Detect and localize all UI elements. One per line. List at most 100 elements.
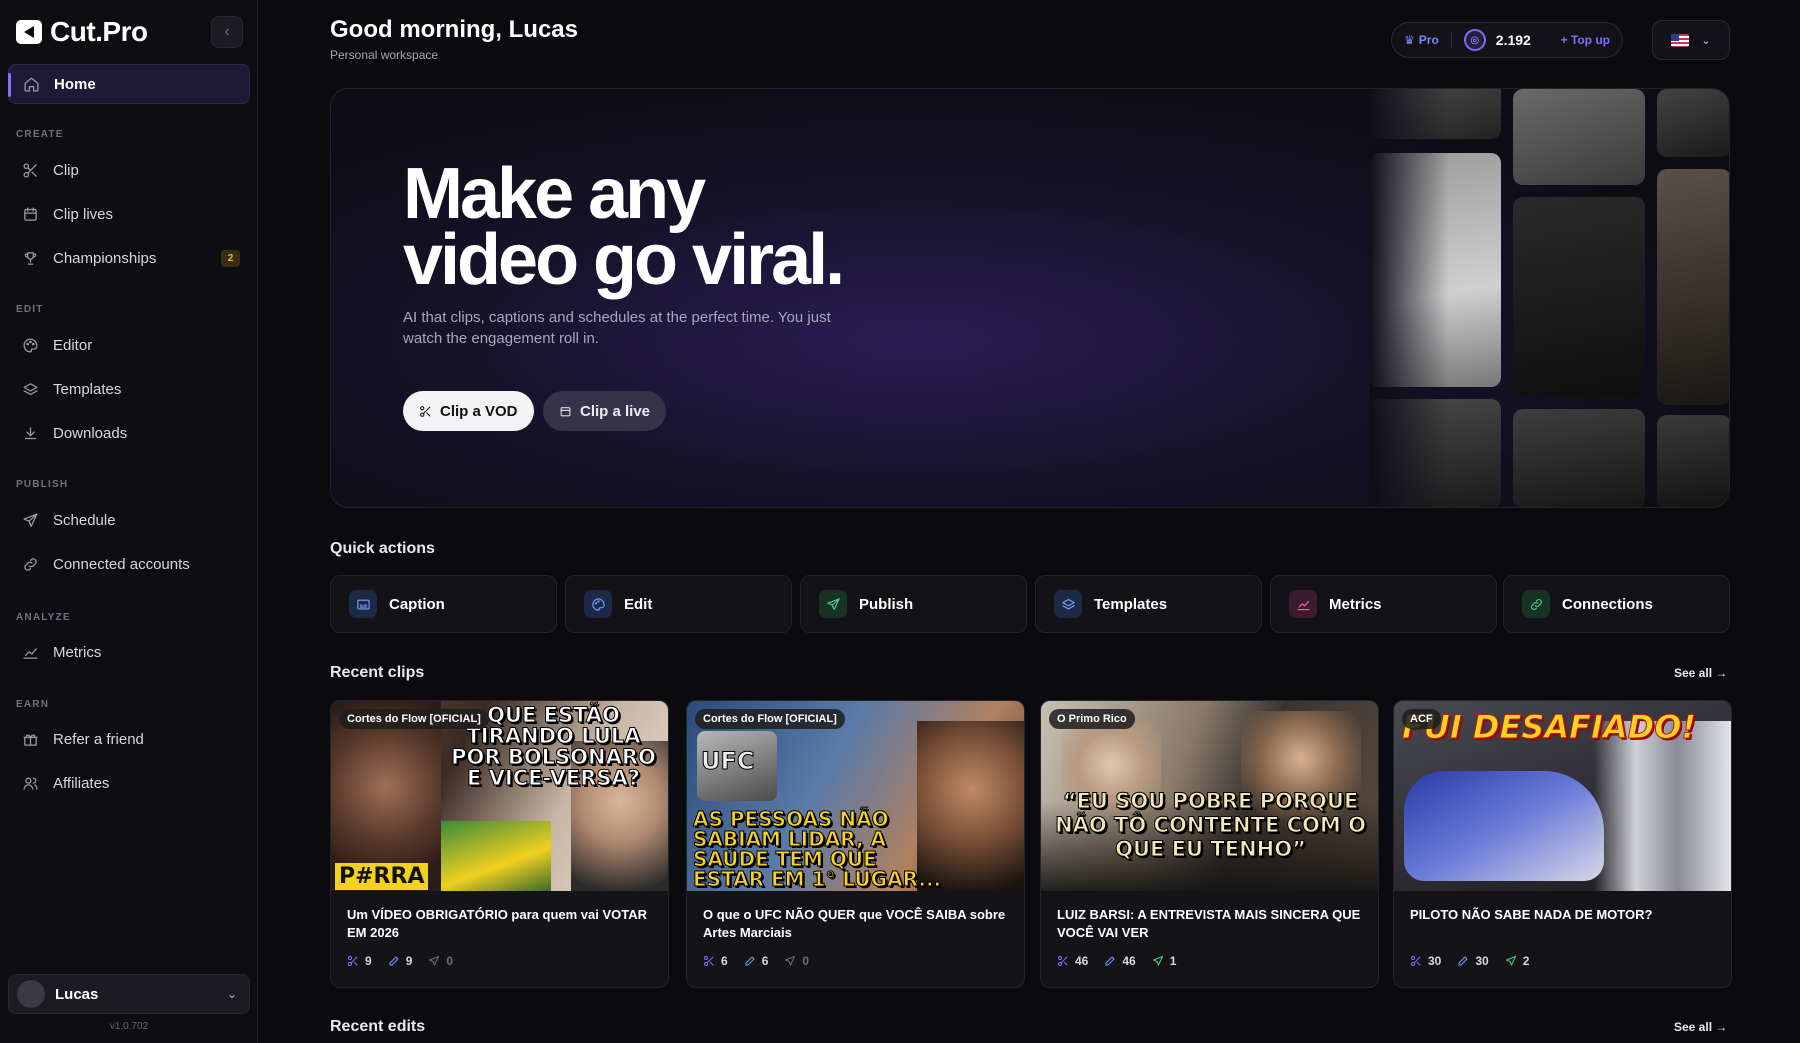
sidebar-item-label: Home — [54, 75, 96, 93]
link-icon — [24, 557, 37, 571]
sidebar-item-metrics[interactable]: Metrics — [8, 634, 250, 670]
quick-action-edit[interactable]: Edit — [565, 575, 792, 633]
plan-badge[interactable]: ♛ Pro — [1404, 33, 1439, 47]
sidebar-item-home[interactable]: Home — [8, 64, 250, 104]
scissors-icon — [348, 956, 358, 966]
chart-line-icon — [23, 647, 38, 659]
top-up-button[interactable]: + Top up — [1561, 33, 1610, 47]
section-title-publish: PUBLISH — [16, 479, 69, 490]
scissors-icon — [704, 956, 714, 966]
sidebar-item-schedule[interactable]: Schedule — [8, 502, 250, 538]
edit-icon — [1458, 956, 1468, 966]
edit-icon — [1105, 956, 1115, 966]
scissors-icon — [1411, 956, 1421, 966]
hero-subtitle: AI that clips, captions and schedules at… — [403, 309, 831, 347]
sidebar-item-refer[interactable]: Refer a friend — [8, 721, 250, 757]
published-count: 0 — [784, 954, 809, 968]
clip-card[interactable]: QUE ESTÃO TIRANDO LULA POR BOLSONARO E V… — [330, 700, 669, 988]
quick-action-metrics[interactable]: Metrics — [1270, 575, 1497, 633]
credit-balance: 2.192 — [1495, 32, 1531, 48]
sidebar-item-label: Affiliates — [53, 774, 110, 792]
user-menu[interactable]: Lucas ⌄ — [8, 974, 250, 1014]
calendar-icon — [24, 206, 37, 221]
sidebar-item-downloads[interactable]: Downloads — [8, 415, 250, 451]
send-icon — [819, 590, 847, 618]
clip-title: Um VÍDEO OBRIGATÓRIO para quem vai VOTAR… — [347, 907, 648, 940]
us-flag-icon — [1671, 33, 1690, 47]
sidebar-item-affiliates[interactable]: Affiliates — [8, 765, 250, 801]
recent-clips-see-all-link[interactable]: See all → — [1674, 666, 1727, 680]
championships-badge: 2 — [221, 250, 240, 267]
sidebar-item-label: Refer a friend — [53, 730, 144, 748]
caption-icon — [349, 590, 377, 618]
sidebar-item-connected-accounts[interactable]: Connected accounts — [8, 546, 250, 582]
clip-thumbnail: FUI DESAFIADO! — [1394, 701, 1731, 891]
hero-banner: Make any video go viral. AI that clips, … — [330, 88, 1730, 508]
home-icon — [24, 76, 39, 92]
send-icon — [429, 956, 440, 966]
sidebar-item-label: Clip lives — [53, 205, 114, 223]
coin-icon: ◎ — [1463, 29, 1486, 51]
logo-text: Cut.Pro — [50, 16, 148, 47]
thumbnail-fade — [1369, 89, 1449, 507]
section-title-analyze: ANALYZE — [16, 612, 71, 623]
clip-thumbnail: “EU SOU POBRE PORQUE NÃO TÔ CONTENTE COM… — [1041, 701, 1378, 891]
palette-icon — [584, 590, 612, 618]
thumbnail-caption: FUI DESAFIADO! — [1401, 708, 1697, 746]
edits-count: 6 — [744, 954, 768, 968]
collapse-sidebar-button[interactable]: ‹ — [211, 16, 243, 48]
published-count: 0 — [428, 954, 453, 968]
thumbnail-caption: “EU SOU POBRE PORQUE NÃO TÔ CONTENTE COM… — [1055, 789, 1367, 862]
app-logo[interactable]: Cut.Pro — [16, 16, 148, 48]
hero-title: Make any video go viral. — [403, 154, 845, 300]
language-selector[interactable]: ⌄ — [1652, 20, 1730, 60]
recent-edits-see-all-link[interactable]: See all → — [1674, 1020, 1727, 1034]
sidebar-item-label: Downloads — [53, 424, 128, 442]
section-title-edit: EDIT — [16, 304, 44, 315]
sidebar-item-championships[interactable]: Championships 2 — [8, 240, 250, 276]
recent-clips-title: Recent clips — [330, 664, 425, 681]
quick-actions-title: Quick actions — [330, 540, 435, 557]
channel-badge: O Primo Rico — [1049, 709, 1135, 729]
edits-count: 46 — [1104, 954, 1136, 968]
clip-card[interactable]: FUI DESAFIADO! ACF PILOTO NÃO SABE NADA … — [1393, 700, 1732, 988]
send-icon — [785, 956, 796, 966]
clips-count: 30 — [1410, 954, 1441, 968]
sidebar-item-clip-lives[interactable]: Clip lives — [8, 196, 250, 232]
palette-icon — [23, 337, 38, 353]
hero-thumbnail — [1657, 169, 1729, 405]
quick-action-connections[interactable]: Connections — [1503, 575, 1730, 633]
clip-card[interactable]: “EU SOU POBRE PORQUE NÃO TÔ CONTENTE COM… — [1040, 700, 1379, 988]
edit-icon — [389, 956, 399, 966]
sidebar-item-label: Metrics — [53, 643, 102, 661]
quick-action-publish[interactable]: Publish — [800, 575, 1027, 633]
avatar — [17, 980, 45, 1008]
section-title-create: CREATE — [16, 129, 64, 140]
send-icon — [1152, 956, 1163, 966]
hero-thumbnail — [1657, 415, 1729, 507]
quick-action-templates[interactable]: Templates — [1035, 575, 1262, 633]
trophy-icon — [24, 251, 37, 265]
clip-stats: 46 46 1 — [1057, 954, 1176, 968]
clip-vod-button[interactable]: Clip a VOD — [403, 391, 534, 431]
channel-badge: Cortes do Flow [OFICIAL] — [695, 709, 845, 729]
clips-count: 46 — [1057, 954, 1088, 968]
clip-live-button[interactable]: Clip a live — [543, 391, 667, 431]
clip-card[interactable]: UFC AS PESSOAS NÃO SABIAM LIDAR, A SAÚDE… — [686, 700, 1025, 988]
chevron-left-icon: ‹ — [224, 23, 230, 40]
clip-thumbnail: QUE ESTÃO TIRANDO LULA POR BOLSONARO E V… — [331, 701, 668, 891]
quick-action-caption[interactable]: Caption — [330, 575, 557, 633]
section-title-earn: EARN — [16, 699, 50, 710]
logo-icon — [16, 20, 42, 44]
sidebar-item-clip[interactable]: Clip — [8, 152, 250, 188]
sidebar-item-editor[interactable]: Editor — [8, 327, 250, 363]
published-count: 2 — [1505, 954, 1529, 968]
recent-edits-title: Recent edits — [330, 1018, 426, 1035]
clip-title: LUIZ BARSI: A ENTREVISTA MAIS SINCERA QU… — [1057, 907, 1361, 940]
sidebar-item-templates[interactable]: Templates — [8, 371, 250, 407]
clip-title: PILOTO NÃO SABE NADA DE MOTOR? — [1410, 907, 1653, 922]
download-icon — [24, 426, 37, 439]
chevron-down-icon: ⌄ — [1701, 34, 1711, 47]
app-version: v1.0.702 — [109, 1021, 149, 1032]
crown-icon: ♛ — [1404, 33, 1415, 47]
